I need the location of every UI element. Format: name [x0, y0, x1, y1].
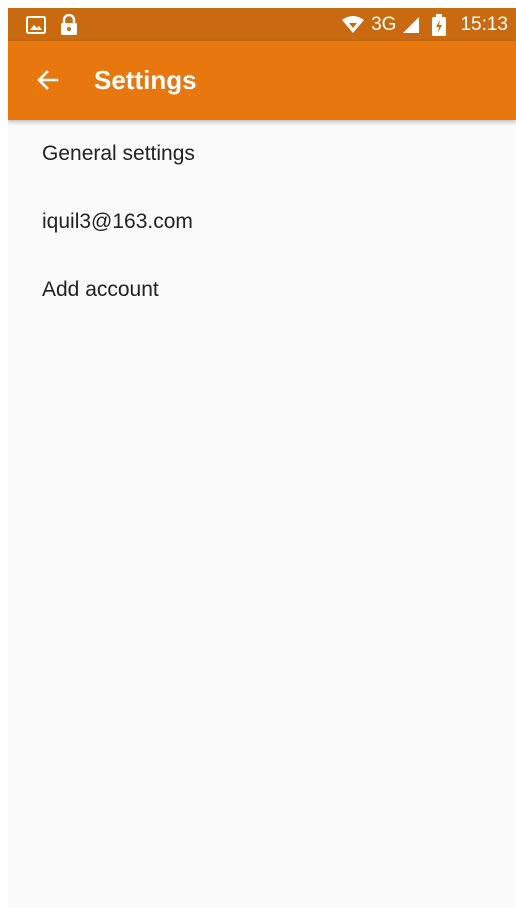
toolbar: Settings: [8, 41, 516, 120]
wifi-icon: [341, 15, 365, 34]
arrow-back-icon: [36, 68, 60, 92]
clock: 15:13: [460, 13, 508, 35]
lock-icon: [60, 13, 78, 36]
page-title: Settings: [94, 65, 197, 95]
network-type: 3G: [371, 13, 397, 35]
screen: 3G 15:13 Settings General settings iquil…: [8, 8, 516, 908]
battery-icon: [432, 13, 447, 36]
status-bar: 3G 15:13: [8, 8, 516, 41]
account-item[interactable]: iquil3@163.com: [8, 188, 516, 256]
settings-list: General settings iquil3@163.com Add acco…: [8, 120, 516, 324]
back-button[interactable]: [26, 58, 70, 102]
status-left: [26, 8, 78, 41]
signal-icon: [402, 16, 420, 34]
status-right: 3G 15:13: [341, 8, 508, 41]
add-account-item[interactable]: Add account: [8, 256, 516, 324]
general-settings-item[interactable]: General settings: [8, 120, 516, 188]
image-icon: [26, 15, 46, 34]
